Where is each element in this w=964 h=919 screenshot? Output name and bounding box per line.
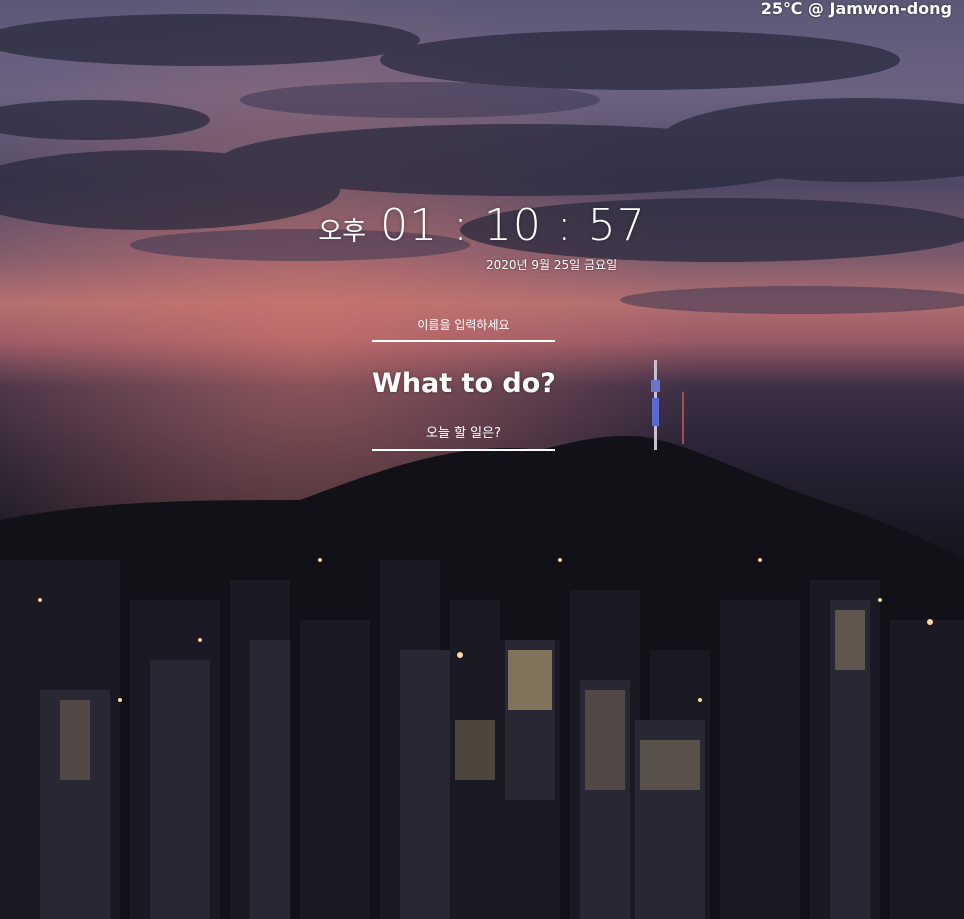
clock: 오후 01 : 10 : 57 [0, 200, 964, 251]
todo-input[interactable] [372, 426, 555, 451]
background-city-image [0, 0, 964, 919]
date-text: 2020년 9월 25일 금요일 [486, 258, 618, 272]
name-input[interactable] [372, 318, 555, 342]
weather-location-text: 25℃ @ Jamwon-dong [760, 0, 952, 18]
todo-title: What to do? [372, 368, 556, 399]
clock-display: 오후 01 : 10 : 57 [318, 200, 645, 251]
clock-ampm: 오후 [318, 217, 367, 247]
clock-time: 01 : 10 : 57 [380, 200, 646, 251]
